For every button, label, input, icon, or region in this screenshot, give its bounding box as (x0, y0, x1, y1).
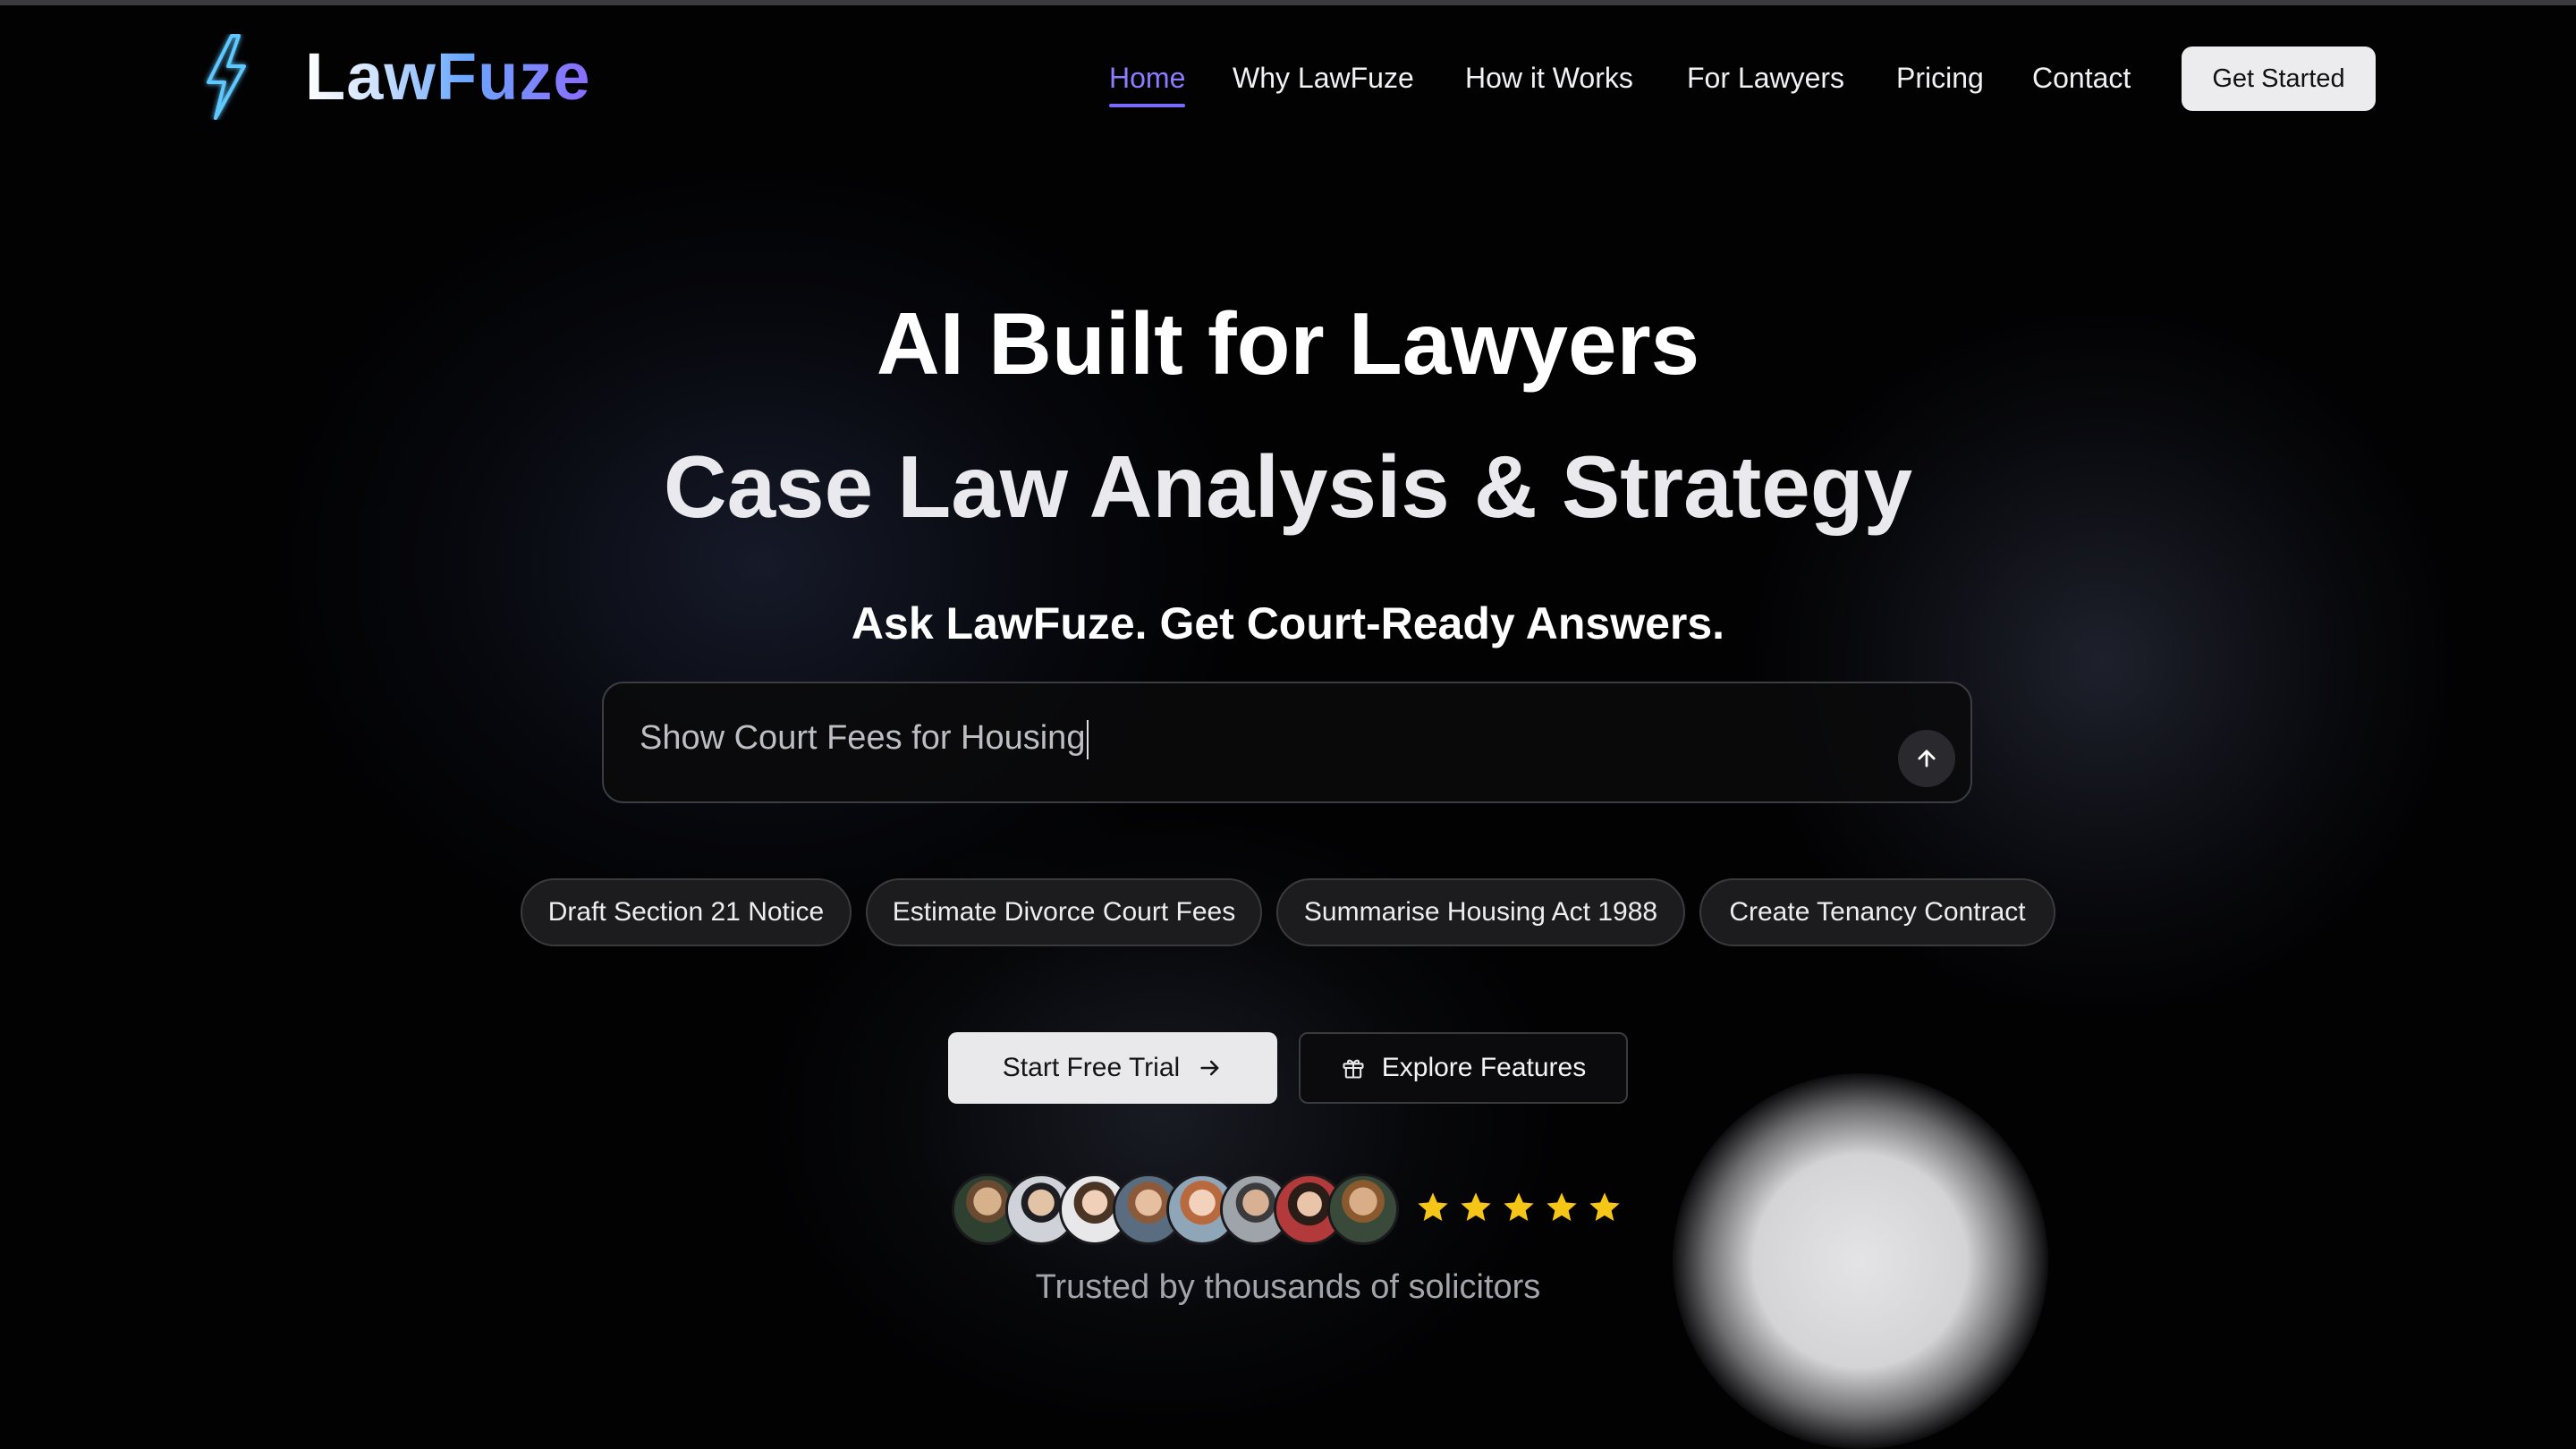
avatar-group (952, 1174, 1417, 1249)
trusted-text: Trusted by thousands of solicitors (1035, 1268, 1541, 1306)
nav-item-for-lawyers[interactable]: For Lawyers (1687, 55, 1844, 100)
rating-stars (1415, 1190, 1623, 1225)
hero-tagline: Ask LawFuze. Get Court-Ready Answers. (851, 598, 1725, 648)
nav-item-pricing[interactable]: Pricing (1896, 55, 1984, 100)
ask-input-text[interactable]: Show Court Fees for Housing (640, 719, 1089, 759)
get-started-button[interactable]: Get Started (2182, 47, 2376, 111)
decorative-blur-blob (1673, 1073, 2048, 1449)
gift-icon (1343, 1059, 1364, 1079)
brand-logo[interactable]: LawFuze (201, 34, 590, 120)
nav-item-home[interactable]: Home (1109, 55, 1186, 107)
ask-input-value: Show Court Fees for Housing (640, 719, 1086, 757)
browser-top-border (0, 0, 2576, 5)
lightning-bolt-icon (207, 34, 246, 120)
brand-name: LawFuze (305, 39, 591, 114)
start-free-trial-label: Start Free Trial (1002, 1053, 1181, 1082)
explore-features-button[interactable]: Explore Features (1299, 1032, 1628, 1104)
send-button[interactable] (1898, 730, 1955, 787)
nav-item-how-it-works[interactable]: How it Works (1465, 55, 1633, 100)
hero-title: AI Built for Lawyers (876, 294, 1700, 393)
nav-item-contact[interactable]: Contact (2032, 55, 2131, 100)
star-icon (1589, 1192, 1620, 1221)
background-glow-left (268, 161, 1252, 966)
ask-input[interactable]: Show Court Fees for Housing (602, 682, 1972, 803)
suggestion-chips: Draft Section 21 Notice Estimate Divorce… (0, 878, 2576, 946)
explore-features-label: Explore Features (1381, 1053, 1587, 1082)
arrow-up-icon (1918, 750, 1936, 767)
suggestion-chip-section-21[interactable]: Draft Section 21 Notice (521, 878, 852, 946)
start-free-trial-button[interactable]: Start Free Trial (948, 1032, 1277, 1104)
avatar (1327, 1174, 1399, 1245)
star-icon (1418, 1192, 1448, 1221)
text-caret (1087, 719, 1089, 759)
star-icon (1504, 1192, 1534, 1221)
hero-subtitle: Case Law Analysis & Strategy (663, 437, 1913, 536)
suggestion-chip-housing-act[interactable]: Summarise Housing Act 1988 (1276, 878, 1685, 946)
star-icon (1546, 1192, 1577, 1221)
nav-label-home: Home (1109, 62, 1186, 94)
active-nav-underline (1109, 104, 1186, 107)
star-icon (1461, 1192, 1491, 1221)
suggestion-chip-tenancy-contract[interactable]: Create Tenancy Contract (1699, 878, 2055, 946)
nav-item-why-lawfuze[interactable]: Why LawFuze (1233, 55, 1414, 100)
arrow-right-icon (1200, 1060, 1219, 1076)
suggestion-chip-divorce-fees[interactable]: Estimate Divorce Court Fees (866, 878, 1262, 946)
